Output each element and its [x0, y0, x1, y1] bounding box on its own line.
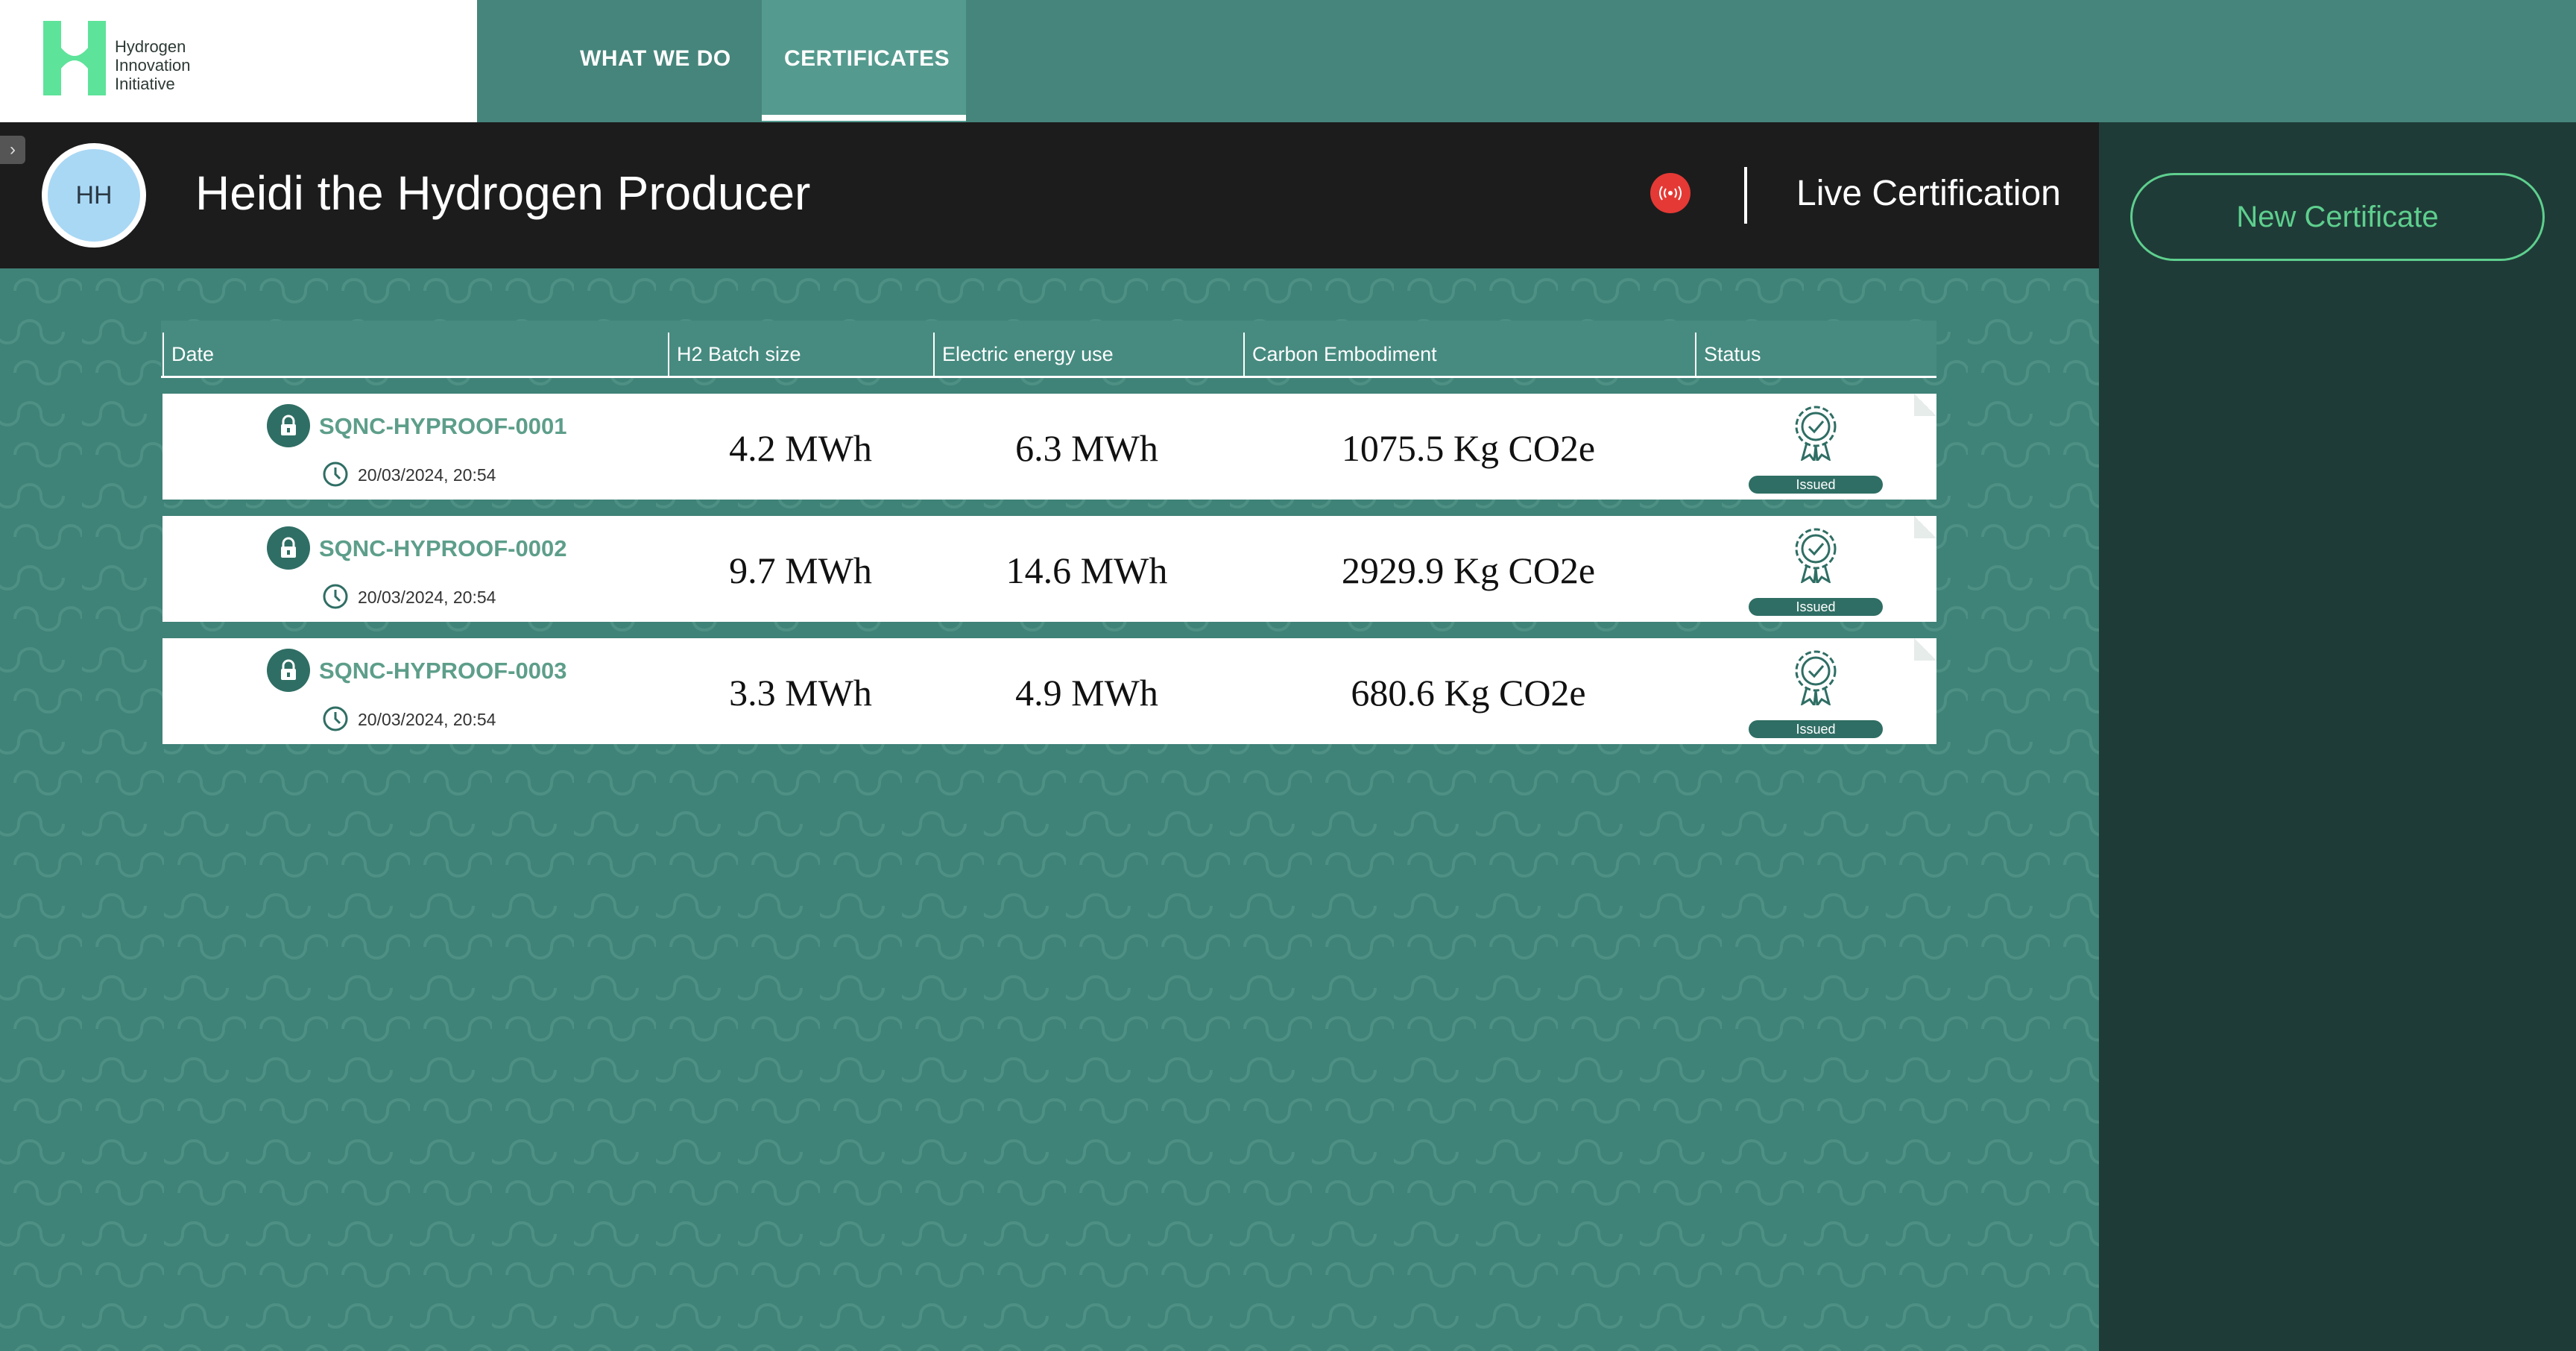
- avatar: HH: [42, 143, 146, 248]
- column-header-h2-batch-size[interactable]: H2 Batch size: [677, 343, 801, 366]
- table-row[interactable]: SQNC-HYPROOF-0002 20/03/2024, 20:54 9.7 …: [162, 516, 1936, 622]
- table-row[interactable]: SQNC-HYPROOF-0003 20/03/2024, 20:54 3.3 …: [162, 638, 1936, 744]
- table-header-underline: [161, 376, 1936, 378]
- certificate-award-icon: [1795, 650, 1837, 705]
- column-header-status[interactable]: Status: [1704, 343, 1761, 366]
- hydrogen-logo-icon: [43, 21, 106, 95]
- page-title: Heidi the Hydrogen Producer: [195, 166, 811, 220]
- broadcast-waves-icon: [1659, 186, 1682, 201]
- brand-name: Hydrogen Innovation Initiative: [115, 37, 191, 93]
- clock-icon: [323, 584, 348, 609]
- corner-fold: [1914, 394, 1936, 416]
- clock-icon: [323, 706, 348, 731]
- lock-icon: [267, 404, 310, 447]
- certificate-id[interactable]: SQNC-HYPROOF-0001: [319, 413, 566, 440]
- brand-name-line: Innovation: [115, 56, 191, 75]
- clock-icon: [323, 462, 348, 487]
- nav-what-we-do[interactable]: WHAT WE DO: [580, 46, 731, 72]
- column-separator: [668, 333, 669, 377]
- status-badge: Issued: [1749, 720, 1883, 738]
- certificate-award-icon: [1795, 406, 1837, 461]
- certificate-datetime: 20/03/2024, 20:54: [358, 588, 496, 607]
- electric-energy-value: 6.3 MWh: [1015, 427, 1158, 469]
- header-divider: [1744, 167, 1747, 224]
- column-header-electric-energy-use[interactable]: Electric energy use: [942, 343, 1114, 366]
- corner-fold: [1914, 516, 1936, 538]
- brand-logo[interactable]: Hydrogen Innovation Initiative: [0, 0, 477, 122]
- brand-name-line: Initiative: [115, 75, 175, 93]
- column-header-carbon-embodiment[interactable]: Carbon Embodiment: [1252, 343, 1437, 366]
- right-panel: [2099, 122, 2576, 1351]
- certificate-award-icon: [1795, 528, 1837, 583]
- carbon-embodiment-value: 1075.5 Kg CO2e: [1341, 427, 1596, 469]
- brand-name-line: Hydrogen: [115, 37, 186, 56]
- nav-certificates[interactable]: CERTIFICATES: [784, 46, 950, 72]
- carbon-embodiment-value: 680.6 Kg CO2e: [1351, 672, 1586, 714]
- carbon-embodiment-value: 2929.9 Kg CO2e: [1341, 549, 1596, 591]
- column-separator: [1695, 333, 1696, 377]
- certificate-datetime: 20/03/2024, 20:54: [358, 710, 496, 729]
- column-separator: [162, 333, 164, 377]
- table-row[interactable]: SQNC-HYPROOF-0001 20/03/2024, 20:54 4.2 …: [162, 394, 1936, 500]
- status-badge: Issued: [1749, 476, 1883, 494]
- h2-batch-size-value: 3.3 MWh: [729, 672, 872, 714]
- nav-active-indicator: [762, 115, 966, 121]
- certificate-datetime: 20/03/2024, 20:54: [358, 465, 496, 485]
- h2-batch-size-value: 4.2 MWh: [729, 427, 872, 469]
- electric-energy-value: 4.9 MWh: [1015, 672, 1158, 714]
- corner-fold: [1914, 638, 1936, 661]
- electric-energy-value: 14.6 MWh: [1006, 549, 1168, 591]
- lock-icon: [267, 649, 310, 692]
- column-separator: [933, 333, 935, 377]
- live-certification-label: Live Certification: [1796, 174, 2061, 213]
- certificate-id[interactable]: SQNC-HYPROOF-0003: [319, 658, 566, 684]
- lock-icon: [267, 526, 310, 570]
- certificate-id[interactable]: SQNC-HYPROOF-0002: [319, 535, 566, 562]
- broadcast-icon[interactable]: [1650, 173, 1690, 213]
- column-separator: [1243, 333, 1245, 377]
- status-badge: Issued: [1749, 598, 1883, 616]
- new-certificate-button[interactable]: New Certificate: [2130, 173, 2545, 261]
- column-header-date[interactable]: Date: [171, 343, 214, 366]
- expand-sidebar-icon[interactable]: ›: [0, 136, 25, 164]
- h2-batch-size-value: 9.7 MWh: [729, 549, 872, 591]
